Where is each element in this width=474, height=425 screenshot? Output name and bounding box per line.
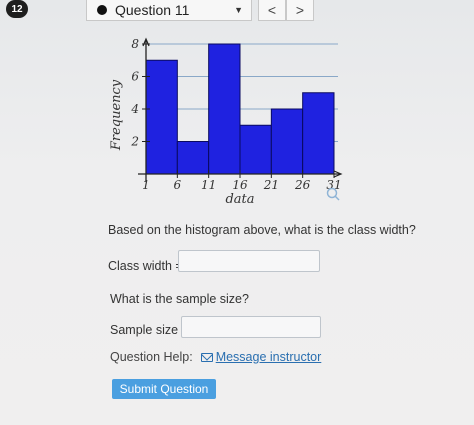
class-width-input[interactable] xyxy=(178,250,320,272)
y-axis-title: Frequency xyxy=(109,79,124,151)
chevron-down-icon: ▼ xyxy=(234,5,243,15)
next-question-button[interactable]: > xyxy=(286,0,314,21)
status-dot-icon xyxy=(97,5,107,15)
x-tick-label: 16 xyxy=(232,178,248,192)
sample-size-question: What is the sample size? xyxy=(110,292,249,306)
question-title: Question 11 xyxy=(115,2,190,18)
y-tick-label: 6 xyxy=(131,70,139,84)
x-tick-label: 1 xyxy=(142,178,150,192)
chart-bars xyxy=(145,43,335,175)
question-help: Question Help: Message instructor xyxy=(110,350,321,364)
histogram-chart: 24681 6 11 16 21 26 31 data Frequency xyxy=(109,37,343,207)
previous-question-button[interactable]: < xyxy=(258,0,286,21)
x-axis-title: data xyxy=(225,192,254,207)
y-tick-label: 8 xyxy=(131,37,139,51)
histogram-bar xyxy=(208,43,241,175)
class-width-label: Class width = xyxy=(108,259,183,273)
message-instructor-label: Message instructor xyxy=(215,350,322,364)
x-tick-label: 21 xyxy=(263,178,279,192)
message-instructor-link[interactable]: Message instructor xyxy=(200,350,322,364)
histogram-bar xyxy=(302,92,335,175)
mail-icon xyxy=(200,352,213,362)
histogram-bar xyxy=(145,59,178,175)
question-count-badge: 12 xyxy=(6,0,28,18)
x-tick-label: 6 xyxy=(174,178,182,192)
x-tick-label: 26 xyxy=(294,178,311,192)
class-width-question: Based on the histogram above, what is th… xyxy=(108,223,416,237)
histogram-bar xyxy=(239,124,272,175)
histogram-bar xyxy=(176,141,210,175)
question-selector[interactable]: Question 11 ▼ xyxy=(86,0,252,21)
sample-size-label: Sample size = xyxy=(110,323,189,337)
chevron-right-icon: > xyxy=(295,2,305,18)
x-tick-label: 11 xyxy=(201,178,216,192)
sample-size-input[interactable] xyxy=(181,316,321,338)
histogram-bar xyxy=(270,108,304,175)
y-tick-label: 4 xyxy=(130,102,139,116)
submit-question-button[interactable]: Submit Question xyxy=(112,379,216,399)
chevron-left-icon: < xyxy=(267,2,277,18)
y-tick-label: 2 xyxy=(130,135,139,149)
question-help-label: Question Help: xyxy=(110,350,193,364)
question-toolbar: 12 Question 11 ▼ < > xyxy=(0,0,474,22)
